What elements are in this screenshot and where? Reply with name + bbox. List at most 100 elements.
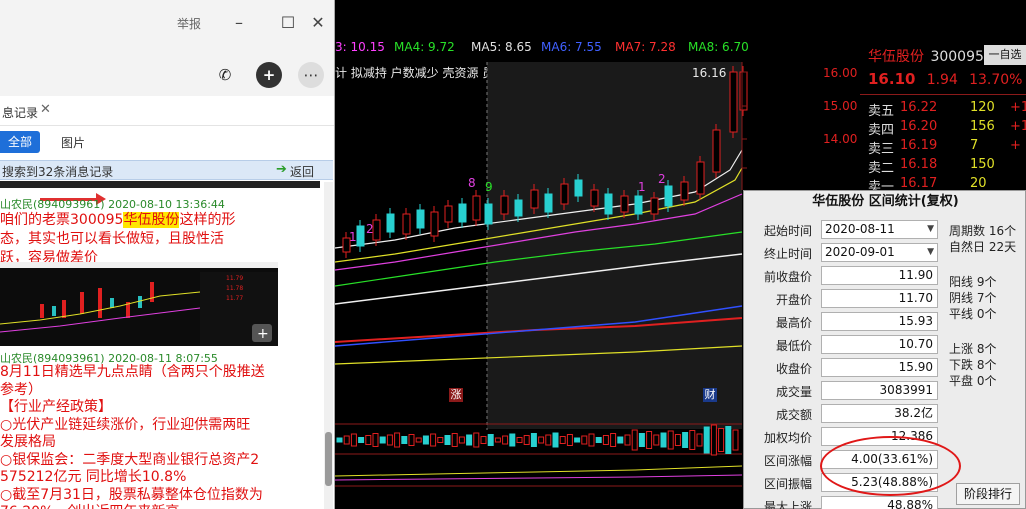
stat-value: 11.90 bbox=[821, 266, 938, 285]
phone-icon[interactable]: ✆ bbox=[212, 62, 238, 88]
volume-bar bbox=[437, 437, 444, 443]
stat-label: 区间振幅 bbox=[763, 477, 812, 491]
tab-close-icon[interactable]: ✕ bbox=[40, 102, 51, 117]
volume-bar bbox=[725, 426, 732, 454]
add-watchlist-button[interactable]: 一自选 bbox=[984, 45, 1026, 65]
volume-bar bbox=[703, 426, 710, 454]
report-link[interactable]: 举报 bbox=[177, 15, 201, 32]
more-icon[interactable]: ⋯ bbox=[298, 62, 324, 88]
candle bbox=[500, 195, 509, 215]
filter-pics-button[interactable]: 图片 bbox=[61, 134, 85, 151]
back-link[interactable]: 返回 bbox=[290, 163, 314, 180]
candle bbox=[402, 213, 411, 235]
volume-bar bbox=[444, 435, 451, 445]
summary-item: 平线 0个 bbox=[949, 307, 997, 321]
back-arrow-icon[interactable]: ➔ bbox=[276, 162, 287, 177]
end-date-select[interactable]: 2020-09-01 ▼ bbox=[821, 243, 938, 262]
sell-extra: +12 bbox=[1010, 100, 1026, 115]
price-axis-15: 15.00 bbox=[823, 99, 858, 113]
volume-bar bbox=[617, 436, 624, 444]
candle bbox=[530, 189, 539, 209]
maximize-icon[interactable]: ☐ bbox=[277, 12, 299, 34]
sell-extra: + bbox=[1010, 138, 1021, 153]
filter-all-button[interactable]: 全部 bbox=[0, 131, 40, 153]
stat-label: 开盘价 bbox=[775, 293, 812, 307]
sell-level-row[interactable]: 卖三 16.19 7 + bbox=[860, 138, 1026, 157]
stat-label: 成交量 bbox=[775, 385, 812, 399]
volume-bar bbox=[552, 432, 559, 448]
message-body: 8月11日精选早九点点睛（含两只个股推送 参考） 【行业产经政策】 ○光伏产业链延续涨… bbox=[0, 364, 322, 509]
message-meta: 山农民(894093961) 2020-08-10 13:36:44 bbox=[0, 198, 225, 211]
chart-thumbnail-image[interactable]: 11.79 11.78 11.77 + bbox=[0, 262, 278, 346]
start-date-value: 2020-08-11 bbox=[825, 222, 895, 236]
volume-bar bbox=[574, 437, 581, 443]
close-icon[interactable]: ✕ bbox=[307, 12, 329, 34]
candle bbox=[739, 71, 748, 111]
minimize-icon[interactable]: – bbox=[228, 12, 250, 34]
volume-bar bbox=[343, 435, 350, 445]
candle-number: 9 bbox=[485, 180, 493, 194]
volume-bar bbox=[358, 437, 365, 443]
quote-panel: 华伍股份 300095 一自选 16.10 1.94 13.70% 卖五 16.2… bbox=[860, 42, 1026, 198]
volume-bar bbox=[602, 435, 609, 445]
high-price-label: 16.16 bbox=[692, 66, 727, 80]
candle-number: 8 bbox=[468, 176, 476, 190]
volume-bar bbox=[566, 434, 573, 446]
candle bbox=[696, 161, 705, 195]
msg-text: 【行业产经政策】 bbox=[0, 399, 112, 415]
volume-bar bbox=[516, 437, 523, 443]
volume-bar bbox=[581, 435, 588, 445]
summary-item: 阳线 9个 bbox=[949, 275, 997, 289]
volume-bar bbox=[365, 435, 372, 445]
sell-price: 16.17 bbox=[900, 176, 938, 191]
chat-toolbar: ✆ + ⋯ bbox=[0, 52, 334, 96]
stat-label: 最高价 bbox=[775, 316, 812, 330]
volume-bar bbox=[430, 433, 437, 447]
volume-bar bbox=[458, 436, 465, 444]
volume-bar bbox=[509, 433, 516, 447]
event-marker-zhang[interactable]: 涨 bbox=[449, 388, 463, 402]
stock-highlight: 华伍股份 bbox=[123, 212, 180, 228]
volume-bar bbox=[415, 437, 422, 443]
stage-ranking-button[interactable]: 阶段排行 bbox=[956, 483, 1020, 505]
stat-label: 最大上涨 bbox=[763, 500, 812, 509]
candle bbox=[560, 183, 569, 205]
candle bbox=[484, 203, 493, 225]
sell-level-row[interactable]: 卖二 16.18 150 bbox=[860, 157, 1026, 176]
msg-text: 态，其实也可以看长做短，且股性活 bbox=[0, 231, 224, 247]
candle bbox=[472, 195, 481, 221]
volume-bar bbox=[559, 436, 566, 444]
volume-bar bbox=[530, 433, 537, 447]
volume-bar bbox=[689, 430, 696, 450]
candle bbox=[458, 203, 467, 223]
chat-scroll-thumb[interactable] bbox=[325, 432, 332, 486]
volume-bar bbox=[502, 435, 509, 445]
volume-bar bbox=[718, 428, 725, 452]
stat-label: 收盘价 bbox=[775, 362, 812, 376]
add-icon[interactable]: + bbox=[256, 62, 282, 88]
image-strip bbox=[0, 181, 320, 188]
price-change: 1.94 bbox=[926, 72, 958, 88]
sell-vol: 7 bbox=[970, 138, 979, 153]
dialog-title: 华伍股份 区间统计(复权) bbox=[812, 194, 959, 209]
stat-label: 最低价 bbox=[775, 339, 812, 353]
sell-vol: 156 bbox=[970, 119, 995, 134]
sell-vol: 120 bbox=[970, 100, 995, 115]
candle bbox=[430, 211, 439, 237]
volume-bar bbox=[350, 433, 357, 447]
candle-number: 2 bbox=[658, 172, 666, 186]
sell-level-row[interactable]: 卖五 16.22 120 +12 bbox=[860, 100, 1026, 119]
volume-bar bbox=[473, 432, 480, 448]
sell-vol: 150 bbox=[970, 157, 995, 172]
start-date-select[interactable]: 2020-08-11 ▼ bbox=[821, 220, 938, 239]
candle bbox=[356, 225, 365, 247]
history-tab[interactable]: 息记录 ✕ bbox=[0, 96, 334, 126]
sell-level-row[interactable]: 卖四 16.20 156 +10 bbox=[860, 119, 1026, 138]
volume-bar bbox=[545, 434, 552, 446]
chevron-down-icon: ▼ bbox=[927, 247, 934, 257]
volume-bar bbox=[336, 437, 343, 443]
sell-extra: +10 bbox=[1010, 119, 1026, 134]
volume-bar bbox=[372, 433, 379, 447]
volume-bar bbox=[610, 433, 617, 447]
event-marker-cai[interactable]: 财 bbox=[703, 388, 717, 402]
